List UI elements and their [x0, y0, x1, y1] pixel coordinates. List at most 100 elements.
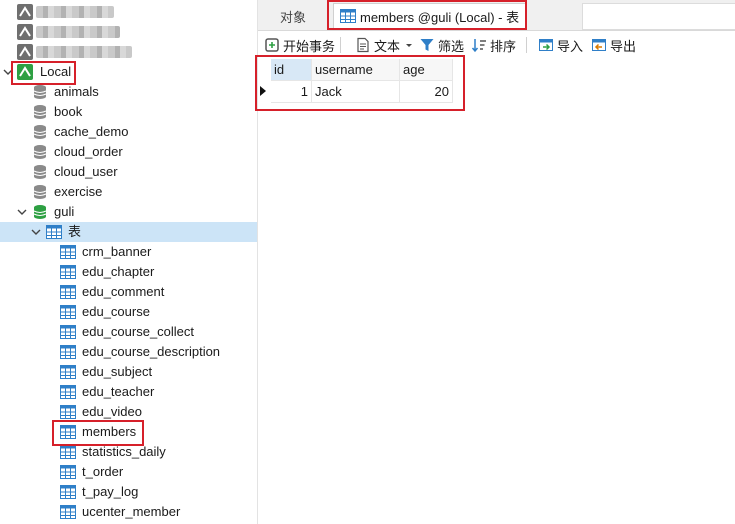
connection-icon — [17, 4, 33, 20]
database-item[interactable]: book — [0, 102, 257, 122]
toolbar-divider — [526, 37, 527, 53]
table-cell-age[interactable]: 20 — [400, 81, 453, 103]
cell-value: 20 — [434, 84, 449, 99]
connection-item[interactable] — [0, 2, 257, 22]
table-icon — [60, 385, 76, 399]
column-header-label: username — [315, 62, 373, 77]
table-item[interactable]: edu_course_description — [0, 342, 257, 362]
table-item[interactable]: edu_teacher — [0, 382, 257, 402]
table-icon — [60, 505, 76, 519]
database-icon — [33, 125, 47, 139]
connection-item[interactable] — [0, 22, 257, 42]
tab-members-label: members @guli (Local) - 表 — [360, 9, 520, 25]
navigation-sidebar: Local animals book cache_demo cloud_ordercl… — [0, 0, 258, 524]
table-item-label: crm_banner — [82, 244, 152, 259]
redacted-connection-name — [36, 46, 132, 58]
table-cell-username[interactable]: Jack — [312, 81, 400, 103]
table-icon — [60, 365, 76, 379]
tab-members-table[interactable]: members @guli (Local) - 表 — [333, 3, 527, 28]
table-cell-id[interactable]: 1 — [271, 81, 312, 103]
table-item-label: edu_comment — [82, 284, 165, 299]
sort-button[interactable]: 排序 — [471, 36, 516, 54]
tab-objects[interactable]: 对象 — [280, 3, 306, 29]
table-icon — [60, 265, 76, 279]
chevron-down-icon[interactable] — [17, 207, 27, 217]
table-icon — [60, 325, 76, 339]
chevron-down-icon[interactable] — [3, 67, 13, 77]
caret-down-icon — [406, 44, 413, 47]
table-item[interactable]: edu_video — [0, 402, 257, 422]
database-item-label: animals — [54, 84, 99, 99]
tables-node-label: 表 — [68, 224, 82, 239]
table-item[interactable]: crm_banner — [0, 242, 257, 262]
current-row-indicator-icon — [260, 86, 266, 96]
table-item[interactable]: edu_course_collect — [0, 322, 257, 342]
filter-icon — [420, 39, 434, 51]
table-item-label: ucenter_member — [82, 504, 181, 519]
table-item[interactable]: ucenter_member — [0, 502, 257, 522]
redacted-connection-name — [36, 26, 120, 38]
begin-transaction-button[interactable]: 开始事务 — [264, 36, 335, 54]
connection-icon — [17, 44, 33, 60]
table-item[interactable]: edu_subject — [0, 362, 257, 382]
database-item-label: cloud_user — [54, 164, 118, 179]
connection-active-icon — [17, 64, 33, 80]
database-guli[interactable]: guli — [0, 202, 257, 222]
table-item-label: statistics_daily — [82, 444, 166, 459]
table-item[interactable]: statistics_daily — [0, 442, 257, 462]
table-icon — [60, 345, 76, 359]
cell-value: 1 — [300, 84, 308, 99]
text-view-button[interactable]: 文本 — [355, 36, 417, 54]
database-icon — [33, 85, 47, 99]
table-item-label: edu_chapter — [82, 264, 155, 279]
toolbar-divider — [340, 37, 341, 53]
column-header-label: age — [403, 62, 425, 77]
column-header-id[interactable]: id — [271, 59, 312, 81]
database-item[interactable]: cache_demo — [0, 122, 257, 142]
import-icon — [539, 39, 553, 51]
table-item-label: t_pay_log — [82, 484, 139, 499]
table-icon — [60, 285, 76, 299]
table-item[interactable]: t_order — [0, 462, 257, 482]
database-item[interactable]: animals — [0, 82, 257, 102]
table-icon — [60, 445, 76, 459]
tab-bar: 对象 members @guli (Local) - 表 — [258, 0, 735, 31]
chevron-down-icon[interactable] — [31, 227, 41, 237]
table-icon — [60, 465, 76, 479]
database-item-label: cache_demo — [54, 124, 129, 139]
filter-label: 筛选 — [438, 38, 465, 54]
database-icon — [33, 185, 47, 199]
export-button[interactable]: 导出 — [591, 36, 636, 54]
redacted-connection-name — [36, 6, 114, 18]
transaction-icon — [265, 38, 279, 52]
table-item-label: edu_course — [82, 304, 150, 319]
import-button[interactable]: 导入 — [538, 36, 583, 54]
connection-item[interactable] — [0, 42, 257, 62]
table-item-label: t_order — [82, 464, 124, 479]
connection-local[interactable]: Local — [0, 62, 257, 82]
table-item[interactable]: edu_comment — [0, 282, 257, 302]
table-item[interactable]: t_pay_log — [0, 482, 257, 502]
connection-local-label: Local — [40, 64, 72, 79]
text-view-label: 文本 — [374, 38, 401, 54]
column-header-age[interactable]: age — [400, 59, 453, 81]
database-item-label: exercise — [54, 184, 103, 199]
column-header-username[interactable]: username — [312, 59, 400, 81]
database-item-label: book — [54, 104, 83, 119]
filter-button[interactable]: 筛选 — [419, 36, 464, 54]
table-icon — [340, 9, 356, 23]
document-icon — [357, 37, 369, 53]
database-item[interactable]: cloud_user — [0, 162, 257, 182]
table-item-label: members — [82, 424, 137, 439]
database-item[interactable]: exercise — [0, 182, 257, 202]
export-label: 导出 — [610, 38, 637, 54]
table-icon — [60, 425, 76, 439]
table-item-label: edu_subject — [82, 364, 153, 379]
table-item[interactable]: members — [0, 422, 257, 442]
tables-node[interactable]: 表 — [0, 222, 257, 242]
table-item[interactable]: edu_course — [0, 302, 257, 322]
database-item[interactable]: cloud_order — [0, 142, 257, 162]
database-icon — [33, 145, 47, 159]
connection-icon — [17, 24, 33, 40]
table-item[interactable]: edu_chapter — [0, 262, 257, 282]
